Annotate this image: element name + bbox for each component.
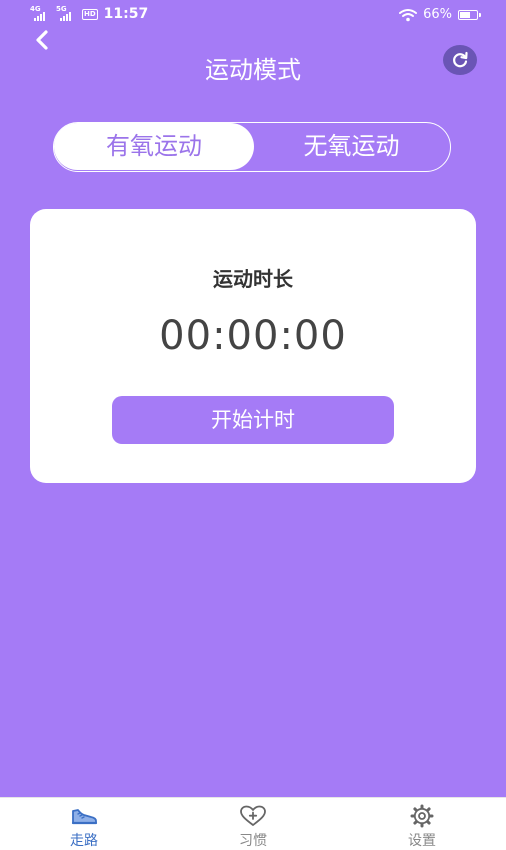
tab-aerobic[interactable]: 有氧运动 xyxy=(54,123,254,170)
status-bar: 4G 5G HD 11:57 66% xyxy=(0,0,506,32)
timer-display: 00:00:00 xyxy=(159,313,347,359)
status-time: 11:57 xyxy=(103,6,149,22)
nav-label-habit: 习惯 xyxy=(239,833,267,849)
refresh-icon xyxy=(453,51,468,68)
cell-signal-icon: 4G xyxy=(30,5,52,22)
battery-fill xyxy=(460,11,470,18)
nav-label-walk: 走路 xyxy=(70,833,98,849)
shoe-icon xyxy=(71,809,98,825)
page-title: 运动模式 xyxy=(205,56,301,84)
gear-icon xyxy=(410,804,434,828)
app-screen: 4G 5G HD 11:57 66% 运动模式 有氧运动 无氧运动 运动时长 0… xyxy=(0,0,506,850)
status-left: 4G 5G HD 11:57 xyxy=(30,5,149,22)
duration-label: 运动时长 xyxy=(213,267,293,291)
battery-icon xyxy=(458,9,481,20)
exercise-mode-toggle: 有氧运动 无氧运动 xyxy=(53,122,451,172)
nav-item-habit[interactable]: 习惯 xyxy=(213,804,293,850)
heart-plus-icon xyxy=(240,805,266,826)
tab-anaerobic[interactable]: 无氧运动 xyxy=(254,123,449,170)
status-right: 66% xyxy=(399,7,481,22)
start-timer-button[interactable]: 开始计时 xyxy=(112,396,394,444)
nav-item-walk[interactable]: 走路 xyxy=(44,804,124,850)
refresh-button[interactable] xyxy=(443,45,477,75)
nav-label-settings: 设置 xyxy=(408,833,436,849)
nav-item-settings[interactable]: 设置 xyxy=(382,804,462,850)
wifi-icon xyxy=(399,8,418,21)
hd-badge: HD xyxy=(82,8,98,20)
battery-percent: 66% xyxy=(423,7,452,22)
timer-card: 运动时长 00:00:00 开始计时 xyxy=(30,209,476,483)
cell-signal-icon-2: 5G xyxy=(56,5,78,22)
bottom-nav: 走路 习惯 设置 xyxy=(0,797,506,850)
